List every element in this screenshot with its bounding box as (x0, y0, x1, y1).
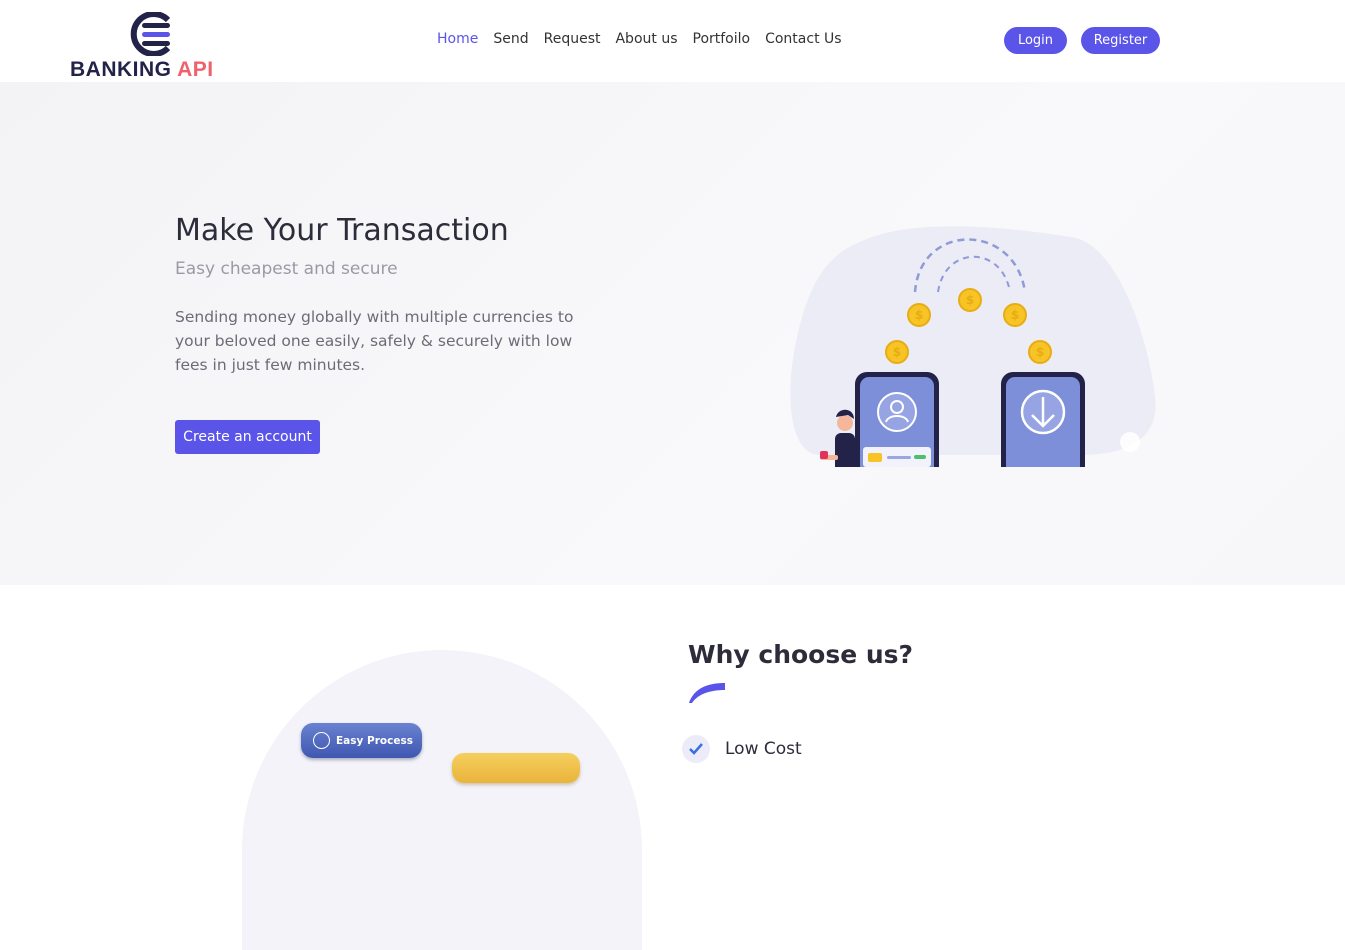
nav-request[interactable]: Request (544, 31, 601, 47)
svg-text:$: $ (966, 293, 974, 307)
why-title: Why choose us? (688, 640, 914, 669)
why-choose-us-section: Easy Process Why choose us? Low Cost (0, 585, 1345, 950)
why-item-low-cost: Low Cost (682, 735, 802, 763)
nav-about[interactable]: About us (615, 31, 677, 47)
main-menu: Home Send Request About us Portfoilo Con… (437, 31, 842, 47)
create-account-button[interactable]: Create an account (175, 420, 320, 454)
hero-description: Sending money globally with multiple cur… (175, 308, 574, 374)
svg-text:$: $ (915, 308, 923, 322)
brand-word: BANKING (70, 58, 172, 81)
hero-section: Make Your Transaction Easy cheapest and … (0, 82, 1345, 585)
login-button[interactable]: Login (1004, 27, 1067, 54)
hero-subtitle: Easy cheapest and secure (175, 259, 398, 279)
easy-process-badge: Easy Process (301, 723, 422, 758)
navbar: BANKING API Home Send Request About us P… (0, 0, 1345, 82)
why-decor-blob (242, 650, 642, 950)
check-icon (682, 735, 710, 763)
hero-title: Make Your Transaction (175, 213, 509, 248)
money-transfer-illustration: $ $ $ $ $ (790, 226, 1156, 467)
register-button[interactable]: Register (1081, 27, 1160, 54)
easy-process-label: Easy Process (336, 734, 413, 747)
why-item-label: Low Cost (725, 739, 802, 759)
yellow-badge (452, 753, 580, 783)
logo-mark-icon (130, 12, 171, 56)
nav-portfolio[interactable]: Portfoilo (693, 31, 751, 47)
brand-wordmark: BANKING API (70, 58, 214, 82)
brand-logo[interactable]: BANKING API (70, 12, 250, 82)
svg-text:$: $ (1011, 308, 1019, 322)
swoosh-decoration-icon (689, 683, 725, 703)
svg-text:$: $ (1036, 345, 1044, 359)
nav-home[interactable]: Home (437, 31, 478, 47)
brand-accent: API (177, 58, 214, 81)
globe-icon (313, 732, 330, 749)
svg-text:$: $ (893, 345, 901, 359)
nav-send[interactable]: Send (493, 31, 528, 47)
nav-contact[interactable]: Contact Us (765, 31, 841, 47)
